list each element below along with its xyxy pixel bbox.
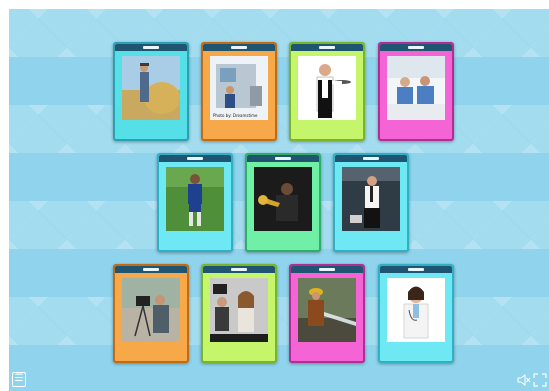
truck-driver-photo: Photo by: Dreamstime (210, 56, 268, 120)
photo-caption: Photo by: Dreamstime (213, 113, 258, 118)
firefighter-photo (298, 278, 356, 342)
card-doctor[interactable] (378, 264, 454, 363)
card-truck-driver[interactable]: Photo by: Dreamstime (201, 42, 277, 141)
speaker-muted-icon (517, 374, 531, 386)
card-football-player[interactable] (157, 153, 233, 252)
nurses-photo (387, 56, 445, 120)
football-player-photo (166, 167, 224, 231)
farmer-photo (122, 56, 180, 120)
card-header-bar (291, 266, 363, 273)
reporter-photo (210, 278, 268, 342)
card-firefighter[interactable] (289, 264, 365, 363)
card-header-bar (335, 155, 407, 162)
card-farmer[interactable] (113, 42, 189, 141)
card-waiter[interactable] (289, 42, 365, 141)
card-nurses[interactable] (378, 42, 454, 141)
flight-attendant-photo (342, 167, 400, 231)
fullscreen-icon (533, 373, 547, 387)
card-header-bar (380, 44, 452, 51)
card-header-bar (380, 266, 452, 273)
mute-button[interactable] (517, 373, 531, 387)
card-header-bar (203, 44, 275, 51)
card-flight-attendant[interactable] (333, 153, 409, 252)
card-header-bar (291, 44, 363, 51)
card-cameraman[interactable] (113, 264, 189, 363)
doctor-photo (387, 278, 445, 342)
menu-icon: ☰ (14, 373, 24, 384)
card-header-bar (115, 266, 187, 273)
fullscreen-button[interactable] (533, 373, 547, 387)
card-header-bar (159, 155, 231, 162)
cameraman-photo (122, 278, 180, 342)
card-musician[interactable] (245, 153, 321, 252)
game-board: Photo by: Dreamstime ☰ (9, 9, 549, 391)
waiter-photo (298, 56, 356, 120)
card-reporter[interactable] (201, 264, 277, 363)
musician-photo (254, 167, 312, 231)
menu-button[interactable]: ☰ (12, 372, 26, 387)
card-header-bar (247, 155, 319, 162)
card-header-bar (203, 266, 275, 273)
card-header-bar (115, 44, 187, 51)
